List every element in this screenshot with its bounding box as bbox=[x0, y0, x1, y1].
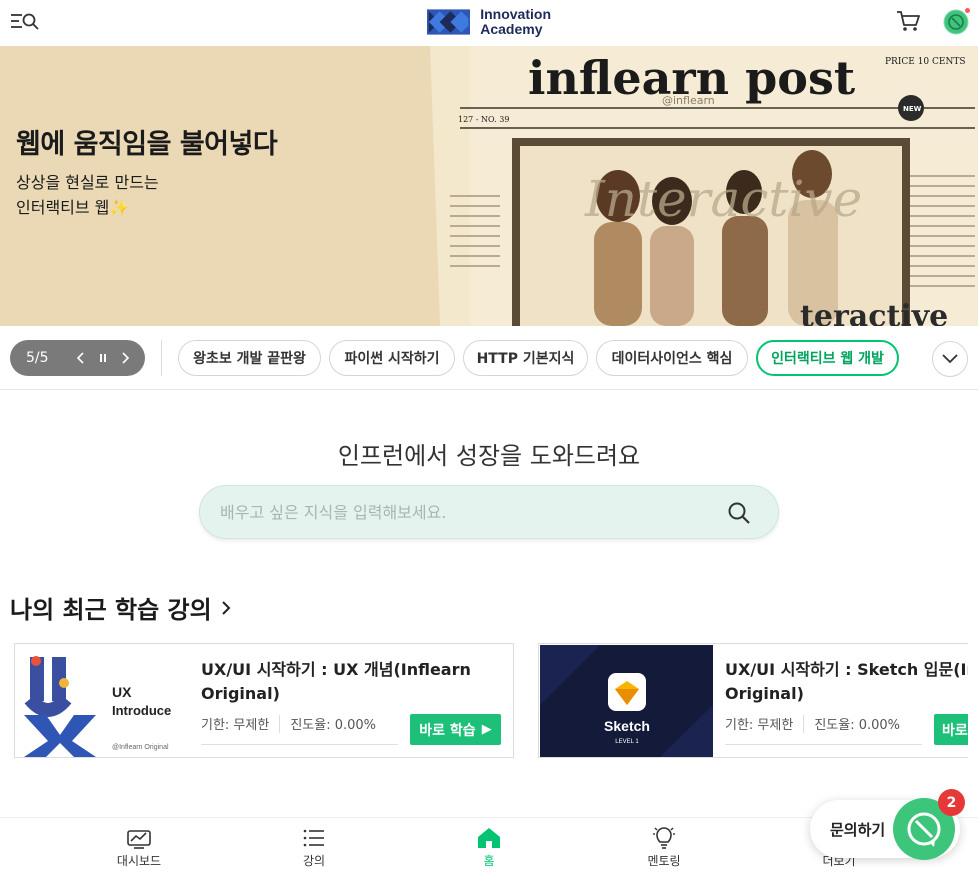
notification-dot bbox=[965, 8, 970, 13]
start-learning-label: 바로 학습 bbox=[419, 722, 476, 739]
recent-courses-title[interactable]: 나의 최근 학습 강의 bbox=[10, 590, 232, 625]
chat-logo-icon bbox=[907, 812, 941, 847]
pause-icon[interactable] bbox=[92, 347, 114, 369]
pager-divider bbox=[161, 340, 162, 376]
search-icon[interactable] bbox=[727, 501, 751, 525]
course-title[interactable]: UX/UI 시작하기 : Sketch 입문(Infl Original) bbox=[725, 658, 968, 706]
art-price: PRICE 10 CENTS bbox=[885, 57, 966, 67]
art-issue: 127 - NO. 39 bbox=[458, 115, 509, 124]
art-brand: @inflearn bbox=[662, 94, 715, 107]
thumb-ux-label: UX bbox=[112, 684, 132, 700]
banner-subtitle-line1: 상상을 현실로 만드는 bbox=[16, 173, 159, 192]
profile-icon[interactable] bbox=[943, 9, 969, 35]
thumb-sketch-label: Sketch bbox=[604, 718, 650, 734]
art-badge: NEW bbox=[903, 105, 922, 113]
banner-subtitle: 상상을 현실로 만드는 인터랙티브 웹✨ bbox=[16, 170, 159, 220]
logo-text: Innovation Academy bbox=[480, 7, 551, 37]
top-header: Innovation Academy bbox=[0, 0, 978, 46]
nav-mentoring[interactable]: 멘토링 bbox=[614, 818, 714, 877]
start-learning-label: 바로 bbox=[942, 722, 968, 739]
nav-dashboard[interactable]: 대시보드 bbox=[89, 818, 189, 877]
banner-subtitle-line2: 인터랙티브 웹✨ bbox=[16, 195, 159, 220]
course-meta: 기한: 무제한 진도율: 0.00% bbox=[201, 714, 376, 733]
play-icon: ▶ bbox=[481, 722, 492, 737]
chevron-down-icon bbox=[942, 354, 958, 364]
course-meta: 기한: 무제한 진도율: 0.00% bbox=[725, 714, 900, 733]
meta-underline bbox=[725, 744, 922, 745]
chevron-left-icon[interactable] bbox=[70, 347, 92, 369]
meta-underline bbox=[201, 744, 398, 745]
course-deadline: 기한: 무제한 bbox=[201, 718, 270, 733]
tab-beginner-dev[interactable]: 왕초보 개발 끝판왕 bbox=[178, 340, 321, 376]
thumb-level-label: LEVEL 1 bbox=[615, 739, 639, 745]
start-learning-button[interactable]: 바로 bbox=[934, 714, 968, 745]
cart-icon[interactable] bbox=[896, 10, 920, 32]
dashboard-icon bbox=[127, 830, 151, 849]
banner-subtitle-text: 인터랙티브 웹 bbox=[16, 198, 110, 217]
course-thumbnail[interactable]: Sketch LEVEL 1 bbox=[540, 645, 713, 757]
tab-http-basics[interactable]: HTTP 기본지식 bbox=[463, 340, 588, 376]
chevron-right-icon[interactable] bbox=[114, 347, 136, 369]
nav-mentoring-label: 멘토링 bbox=[647, 854, 681, 868]
logo-line1: Innovation bbox=[480, 6, 551, 22]
carousel-tabs-row: 5/5 왕초보 개발 끝판왕 파이썬 시작하기 HTTP 기본지식 데이터사이언… bbox=[0, 326, 978, 390]
search-heading: 인프런에서 성장을 도와드려요 bbox=[337, 442, 641, 470]
search-box[interactable] bbox=[199, 485, 779, 539]
nav-courses[interactable]: 강의 bbox=[264, 818, 364, 877]
art-headline-bottom: teractive bbox=[800, 299, 948, 326]
course-card[interactable]: UX Introduce @Inflearn Original UX/UI 시작… bbox=[14, 643, 514, 758]
hero-banner[interactable]: inflearn post PRICE 10 CENTS 127 - NO. 3… bbox=[0, 46, 978, 326]
course-title-line2: Original) bbox=[201, 684, 280, 703]
carousel-pager: 5/5 bbox=[10, 340, 145, 376]
tab-interactive-web[interactable]: 인터랙티브 웹 개발 bbox=[756, 340, 899, 376]
start-learning-button[interactable]: 바로 학습 ▶ bbox=[410, 714, 501, 745]
carousel-counter: 5/5 bbox=[26, 350, 49, 366]
nav-home[interactable]: 홈 bbox=[439, 818, 539, 877]
meta-divider bbox=[279, 714, 281, 733]
sparkle-icon: ✨ bbox=[109, 198, 130, 217]
tab-python-start[interactable]: 파이썬 시작하기 bbox=[329, 340, 455, 376]
inquiry-badge: 2 bbox=[938, 789, 965, 816]
thumb-brand-label: @Inflearn Original bbox=[112, 744, 169, 751]
menu-search-icon[interactable] bbox=[10, 11, 40, 33]
banner-title: 웹에 움직임을 불어넣다 bbox=[16, 129, 278, 160]
course-card[interactable]: Sketch LEVEL 1 UX/UI 시작하기 : Sketch 입문(In… bbox=[538, 643, 968, 758]
course-title-line1: UX/UI 시작하기 : Sketch 입문(Infl bbox=[725, 660, 968, 679]
inquiry-label: 문의하기 bbox=[830, 821, 886, 839]
course-thumbnail[interactable]: UX Introduce @Inflearn Original bbox=[16, 645, 189, 757]
tab-data-science[interactable]: 데이터사이언스 핵심 bbox=[596, 340, 748, 376]
meta-divider bbox=[803, 714, 805, 733]
ux-thumbnail-illustration: UX Introduce @Inflearn Original bbox=[16, 645, 189, 757]
nav-home-label: 홈 bbox=[483, 854, 495, 868]
logo[interactable]: Innovation Academy bbox=[427, 5, 551, 39]
recent-courses-title-text: 나의 최근 학습 강의 bbox=[10, 596, 212, 624]
logo-line2: Academy bbox=[480, 21, 543, 37]
course-deadline: 기한: 무제한 bbox=[725, 718, 794, 733]
course-progress: 진도율: 0.00% bbox=[290, 718, 377, 733]
nav-dashboard-label: 대시보드 bbox=[116, 854, 162, 868]
course-title[interactable]: UX/UI 시작하기 : UX 개념(Inflearn Original) bbox=[201, 658, 506, 706]
art-headline: Interactive bbox=[584, 170, 862, 228]
chevron-right-icon bbox=[222, 600, 231, 615]
thumb-introduce-label: Introduce bbox=[112, 703, 171, 718]
logo-mark-icon bbox=[427, 9, 471, 35]
sketch-thumbnail-illustration: Sketch LEVEL 1 bbox=[540, 645, 713, 757]
nav-courses-label: 강의 bbox=[302, 854, 326, 868]
course-title-line1: UX/UI 시작하기 : UX 개념(Inflearn bbox=[201, 660, 471, 679]
search-input[interactable] bbox=[220, 486, 700, 538]
course-title-line2: Original) bbox=[725, 684, 804, 703]
lightbulb-icon bbox=[653, 827, 675, 849]
list-icon bbox=[303, 829, 324, 847]
tabs-expand-button[interactable] bbox=[932, 341, 968, 377]
course-progress: 진도율: 0.00% bbox=[814, 718, 901, 733]
home-icon bbox=[478, 828, 500, 848]
